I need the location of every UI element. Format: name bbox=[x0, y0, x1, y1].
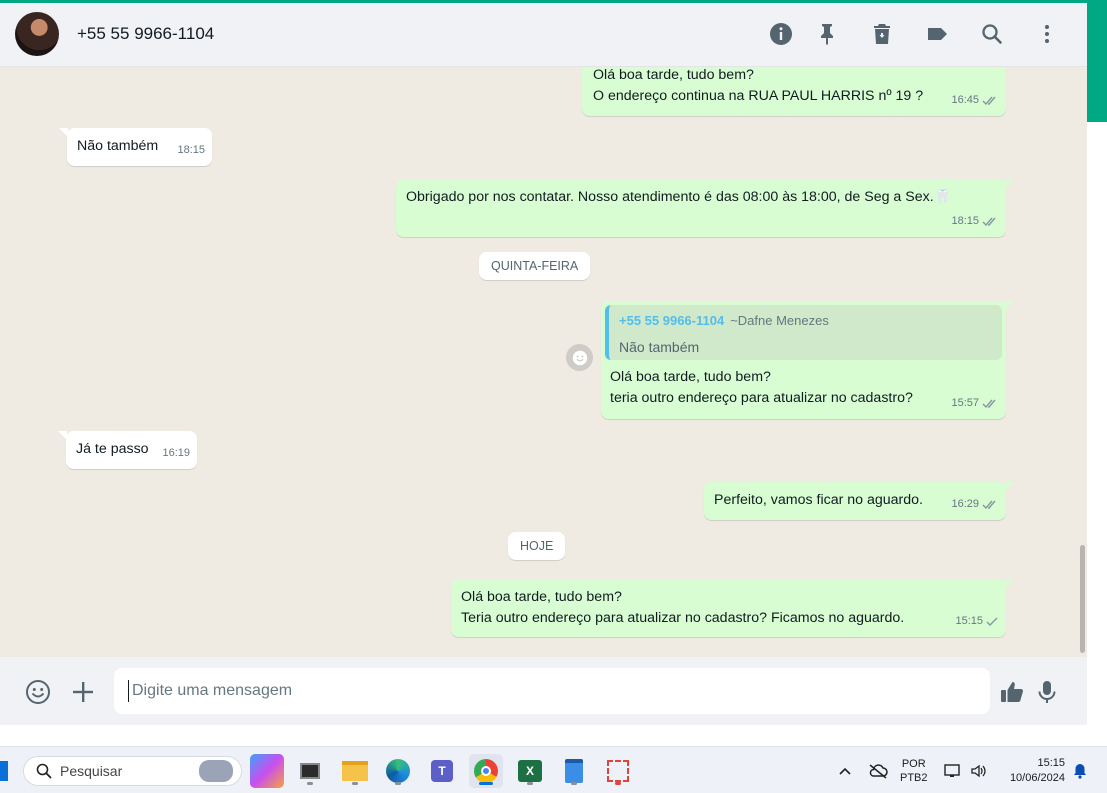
clock[interactable]: 15:15 10/06/2024 bbox=[1003, 747, 1065, 793]
running-indicator bbox=[395, 782, 401, 785]
taskbar-search[interactable]: Pesquisar bbox=[23, 756, 242, 786]
trash-icon[interactable] bbox=[869, 21, 895, 47]
message-outgoing[interactable]: Olá boa tarde, tudo bem? Teria outro end… bbox=[451, 579, 1014, 637]
message-input[interactable] bbox=[114, 668, 990, 714]
tray-chevron-icon[interactable] bbox=[838, 747, 852, 793]
double-check-icon bbox=[982, 96, 996, 105]
message-time: 15:15 bbox=[955, 615, 983, 627]
volume-icon bbox=[971, 764, 986, 777]
day-separator: HOJE bbox=[508, 532, 566, 560]
info-icon[interactable] bbox=[768, 21, 794, 47]
message-text: Não também bbox=[77, 138, 159, 154]
search-highlight-icon bbox=[199, 760, 233, 782]
whatsapp-window: +55 55 9966-1104 Olá boa tarde, tudo bem… bbox=[0, 3, 1087, 725]
message-meta: 16:45 bbox=[951, 90, 999, 110]
running-indicator bbox=[615, 782, 621, 785]
message-text: O endereço continua na RUA PAUL HARRIS n… bbox=[593, 88, 924, 104]
message-incoming[interactable]: Já te passo 16:19 bbox=[58, 431, 197, 469]
label-icon[interactable] bbox=[924, 21, 950, 47]
double-check-icon bbox=[982, 500, 996, 509]
folder-icon[interactable] bbox=[338, 754, 372, 788]
message-outgoing[interactable]: Perfeito, vamos ficar no aguardo. 16:29 bbox=[704, 482, 1014, 520]
clock-time: 15:15 bbox=[1037, 756, 1065, 769]
active-indicator bbox=[479, 782, 493, 785]
double-check-icon bbox=[982, 217, 996, 226]
file-explorer-app-icon[interactable] bbox=[293, 754, 327, 788]
microphone-icon[interactable] bbox=[1033, 678, 1061, 706]
emoji-icon[interactable] bbox=[24, 678, 52, 706]
thumbs-up-icon[interactable] bbox=[998, 678, 1026, 706]
running-indicator bbox=[527, 782, 533, 785]
message-time: 16:29 bbox=[951, 498, 979, 510]
message-meta: 18:15 bbox=[177, 140, 205, 160]
day-separator: QUINTA-FEIRA bbox=[479, 252, 591, 280]
plus-icon[interactable] bbox=[69, 678, 97, 706]
quoted-text: Não também bbox=[619, 339, 700, 355]
notepad-icon[interactable] bbox=[557, 754, 591, 788]
message-text: Olá boa tarde, tudo bem? bbox=[461, 589, 622, 605]
language-line1: POR bbox=[901, 757, 926, 770]
quoted-message[interactable]: +55 55 9966-1104 ~Dafne Menezes Não també… bbox=[605, 305, 1002, 360]
search-icon bbox=[36, 763, 52, 779]
message-meta: 16:19 bbox=[162, 443, 190, 463]
text-caret bbox=[128, 680, 129, 702]
message-time: 15:57 bbox=[951, 397, 979, 409]
running-indicator bbox=[571, 782, 577, 785]
start-button[interactable] bbox=[0, 761, 8, 781]
message-meta: 15:57 bbox=[951, 393, 999, 413]
message-text: Olá boa tarde, tudo bem? bbox=[610, 369, 771, 385]
message-text: Obrigado por nos contatar. Nosso atendim… bbox=[406, 189, 952, 205]
message-outgoing-reply[interactable]: +55 55 9966-1104 ~Dafne Menezes Não també… bbox=[601, 301, 1014, 419]
window-right-gap bbox=[1087, 122, 1107, 743]
message-meta: 15:15 bbox=[955, 611, 999, 631]
search-icon[interactable] bbox=[979, 21, 1005, 47]
message-text: Olá boa tarde, tudo bem? bbox=[593, 67, 754, 83]
message-meta: 16:29 bbox=[951, 494, 999, 514]
system-tray-icons[interactable] bbox=[944, 747, 988, 793]
running-indicator bbox=[307, 782, 313, 785]
notification-bell-icon[interactable] bbox=[1072, 747, 1088, 793]
message-text: Já te passo bbox=[76, 441, 149, 457]
single-check-icon bbox=[986, 617, 998, 626]
smiley-icon bbox=[572, 350, 587, 365]
snipping-tool-icon[interactable] bbox=[601, 754, 635, 788]
chat-scrollbar[interactable] bbox=[1080, 545, 1085, 653]
message-text: Perfeito, vamos ficar no aguardo. bbox=[714, 492, 923, 508]
running-indicator bbox=[352, 782, 358, 785]
double-check-icon bbox=[982, 399, 996, 408]
message-time: 18:15 bbox=[177, 144, 205, 156]
clock-date: 10/06/2024 bbox=[1009, 771, 1065, 784]
message-list[interactable]: Olá boa tarde, tudo bem? O endereço cont… bbox=[0, 67, 1087, 657]
copilot-pre-icon[interactable] bbox=[250, 754, 284, 788]
message-time: 16:19 bbox=[162, 447, 190, 459]
message-text: Teria outro endereço para atualizar no c… bbox=[461, 610, 905, 626]
network-icon bbox=[944, 763, 960, 777]
contact-name[interactable]: +55 55 9966-1104 bbox=[77, 24, 214, 44]
language-indicator[interactable]: POR PTB2 bbox=[900, 747, 928, 793]
message-composer bbox=[0, 657, 1087, 725]
message-meta: 18:15 bbox=[951, 211, 999, 231]
chrome-icon[interactable] bbox=[469, 754, 503, 788]
message-outgoing[interactable]: Obrigado por nos contatar. Nosso atendim… bbox=[396, 179, 1014, 237]
message-time: 16:45 bbox=[951, 94, 979, 106]
contact-avatar[interactable] bbox=[15, 12, 59, 56]
teams-icon[interactable]: T bbox=[425, 754, 459, 788]
menu-icon[interactable] bbox=[1034, 21, 1060, 47]
message-text: teria outro endereço para atualizar no c… bbox=[610, 390, 913, 406]
excel-icon[interactable]: X bbox=[513, 754, 547, 788]
quoted-alias: ~Dafne Menezes bbox=[730, 313, 829, 328]
taskbar-search-label: Pesquisar bbox=[60, 763, 123, 779]
message-time: 18:15 bbox=[951, 215, 979, 227]
windows-taskbar: Pesquisar T X POR PTB2 15:15 10/06/2024 bbox=[0, 746, 1107, 793]
reaction-button[interactable] bbox=[566, 344, 593, 371]
chat-header: +55 55 9966-1104 bbox=[0, 3, 1087, 67]
cloud-offline-icon[interactable] bbox=[868, 747, 888, 793]
quoted-author: +55 55 9966-1104 bbox=[619, 313, 725, 328]
message-outgoing[interactable]: Olá boa tarde, tudo bem? O endereço cont… bbox=[582, 67, 1006, 116]
edge-icon[interactable] bbox=[381, 754, 415, 788]
pin-icon[interactable] bbox=[814, 21, 840, 47]
language-line2: PTB2 bbox=[900, 771, 928, 784]
message-incoming[interactable]: Não também 18:15 bbox=[59, 128, 212, 166]
